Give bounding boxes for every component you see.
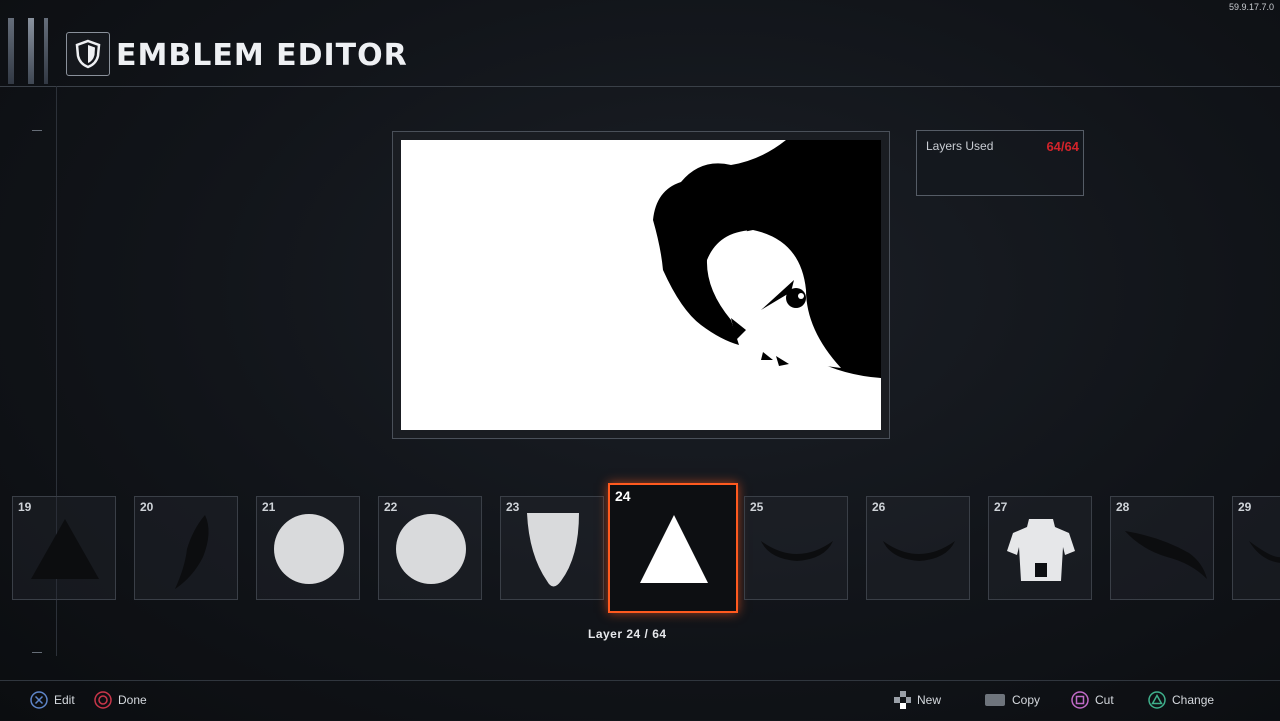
arc-icon [761, 541, 833, 561]
layer-strip: 19 20 21 22 23 24 25 26 27 28 29 [0, 483, 1280, 613]
touchpad-icon [984, 691, 1006, 709]
layer-tile-25[interactable]: 25 [744, 496, 848, 600]
circle-button-icon [94, 691, 112, 709]
layers-used-count: 64/64 [1046, 139, 1079, 154]
layer-tile-29[interactable]: 29 [1232, 496, 1280, 600]
layer-tile-24-selected[interactable]: 24 [608, 483, 738, 613]
square-button-icon [1071, 691, 1089, 709]
circle-icon [396, 514, 466, 584]
divider [32, 130, 42, 131]
circle-icon [274, 514, 344, 584]
change-button[interactable]: Change [1148, 691, 1214, 709]
emblem-canvas[interactable] [401, 140, 881, 430]
layers-used-panel: Layers Used 64/64 [916, 130, 1084, 196]
shield-icon [66, 32, 110, 76]
cross-button-icon [30, 691, 48, 709]
layer-tile-22[interactable]: 22 [378, 496, 482, 600]
layer-tile-21[interactable]: 21 [256, 496, 360, 600]
header: EMBLEM EDITOR [0, 0, 1280, 87]
layer-tile-26[interactable]: 26 [866, 496, 970, 600]
shield-shape-icon [527, 513, 579, 587]
triangle-icon [640, 515, 708, 583]
layer-position-label: Layer 24 / 64 [588, 627, 667, 641]
header-decoration [0, 18, 62, 84]
dpad-icon [893, 691, 911, 709]
new-button[interactable]: New [893, 691, 941, 709]
triangle-button-icon [1148, 691, 1166, 709]
arc-icon [883, 541, 955, 561]
triangle-icon [31, 519, 99, 579]
cut-button[interactable]: Cut [1071, 691, 1114, 709]
layer-tile-28[interactable]: 28 [1110, 496, 1214, 600]
swoosh-icon [1125, 531, 1207, 579]
done-button[interactable]: Done [94, 691, 147, 709]
leaf-icon [175, 515, 209, 589]
divider [32, 652, 42, 653]
layer-tile-23[interactable]: 23 [500, 496, 604, 600]
armor-icon [1007, 519, 1075, 581]
edit-button[interactable]: Edit [30, 691, 75, 709]
controls-bar: Edit Done New Copy Cut Change [0, 680, 1280, 721]
layer-tile-27[interactable]: 27 [988, 496, 1092, 600]
emblem-canvas-frame [392, 131, 890, 439]
page-title: EMBLEM EDITOR [116, 38, 408, 73]
layer-tile-19[interactable]: 19 [12, 496, 116, 600]
layer-tile-20[interactable]: 20 [134, 496, 238, 600]
arc-icon [1249, 541, 1280, 563]
copy-button[interactable]: Copy [984, 691, 1040, 709]
layers-used-label: Layers Used [926, 139, 994, 153]
